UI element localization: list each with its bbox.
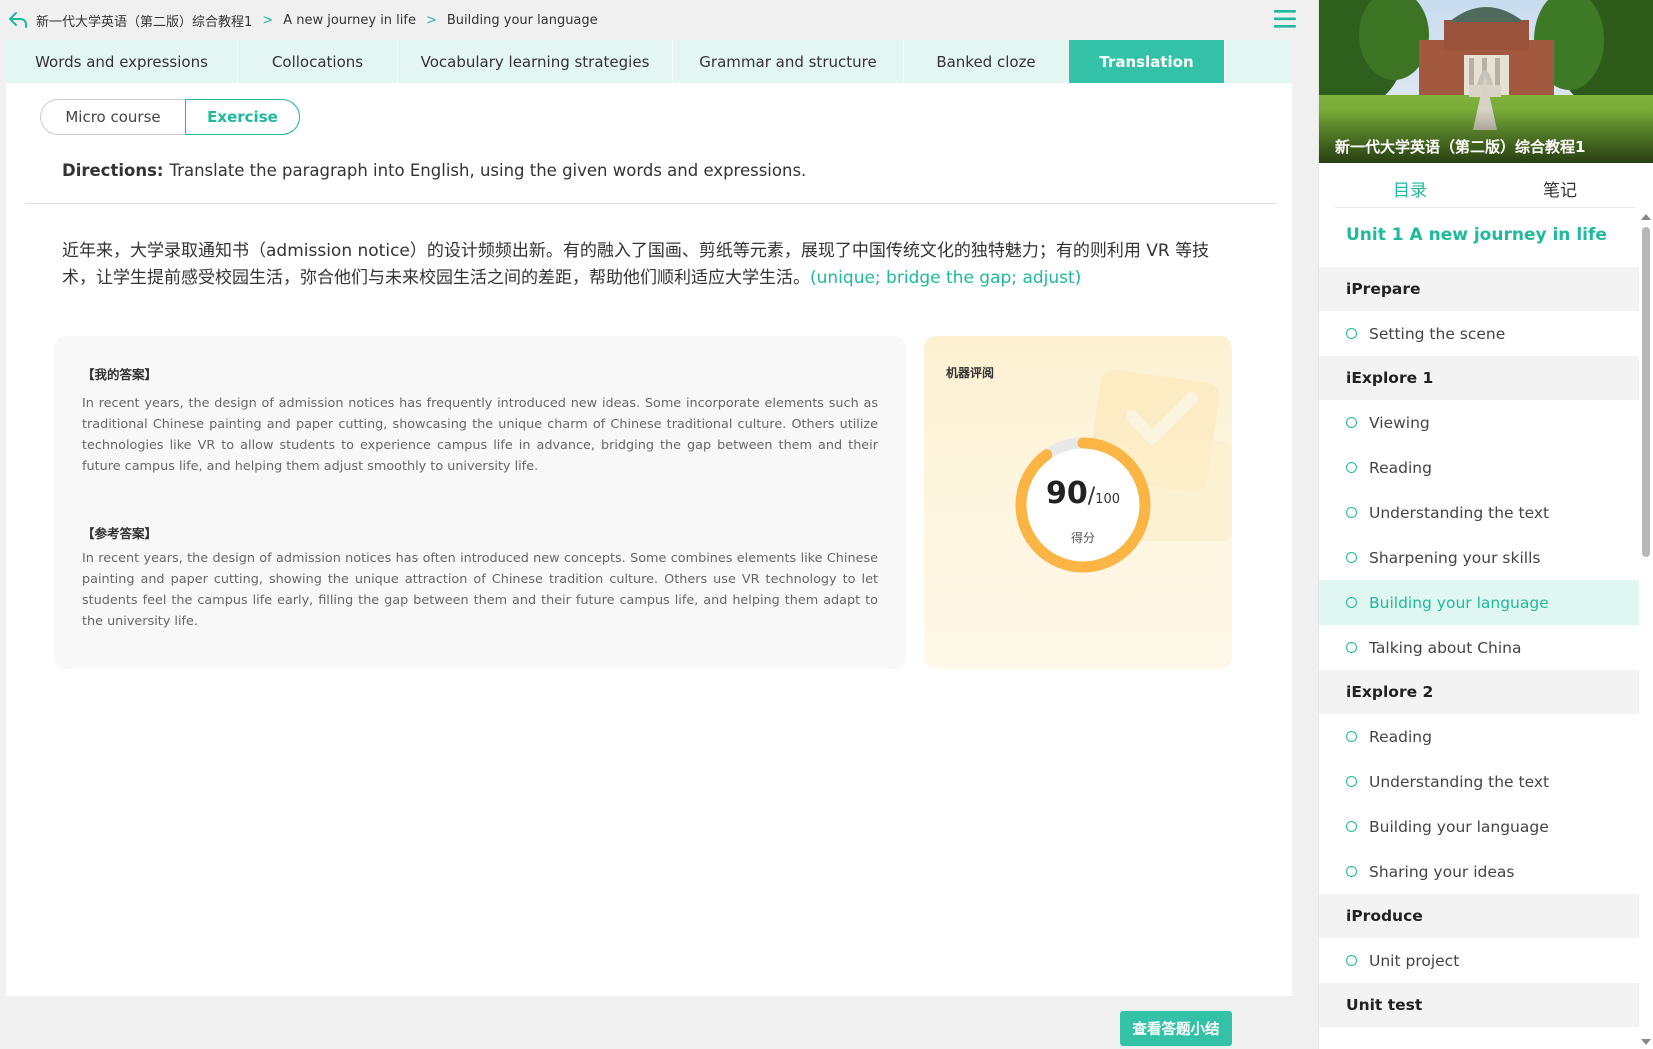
tab-vocabulary-learning-strategies[interactable]: Vocabulary learning strategies	[398, 40, 673, 83]
toc-item-label: Reading	[1369, 458, 1432, 477]
tab-collocations[interactable]: Collocations	[238, 40, 398, 83]
circle-bullet-icon	[1346, 417, 1357, 428]
circle-bullet-icon	[1346, 731, 1357, 742]
circle-bullet-icon	[1346, 552, 1357, 563]
score-label: 得分	[1070, 531, 1095, 545]
tab-words-and-expressions[interactable]: Words and expressions	[6, 40, 238, 83]
menu-button[interactable]	[1272, 6, 1298, 32]
answer-card: 【我的答案】 In recent years, the design of ad…	[54, 336, 906, 669]
sidebar: 新一代大学英语（第二版）综合教程1 目录 笔记 Unit 1 A new jou…	[1318, 0, 1653, 1049]
unit-title: Unit 1 A new journey in life	[1346, 225, 1607, 245]
circle-bullet-icon	[1346, 955, 1357, 966]
toc-item-label: Sharing your ideas	[1369, 862, 1515, 881]
scroll-down-icon[interactable]	[1641, 1039, 1651, 1045]
toc-item-label: Talking about China	[1369, 638, 1522, 657]
circle-bullet-icon	[1346, 597, 1357, 608]
book-cover-image: 新一代大学英语（第二版）综合教程1	[1319, 0, 1653, 163]
reference-answer-text: In recent years, the design of admission…	[82, 551, 878, 629]
cover-title: 新一代大学英语（第二版）综合教程1	[1335, 138, 1586, 156]
tab-translation[interactable]: Translation	[1069, 40, 1225, 83]
main-area: 新一代大学英语（第二版）综合教程1 > A new journey in lif…	[0, 0, 1318, 1049]
breadcrumb-unit[interactable]: A new journey in life	[283, 13, 416, 28]
score-title: 机器评阅	[946, 366, 995, 380]
toc-item-building-your-language[interactable]: Building your language	[1319, 804, 1639, 849]
mode-switch: Micro course Exercise	[40, 99, 300, 135]
toc-item-building-your-language[interactable]: Building your language	[1319, 580, 1639, 625]
toc-item-talking-about-china[interactable]: Talking about China	[1319, 625, 1639, 670]
scroll-up-icon[interactable]	[1641, 214, 1651, 220]
tab-contents[interactable]: 目录	[1335, 170, 1485, 207]
circle-bullet-icon	[1346, 507, 1357, 518]
back-button[interactable]	[0, 0, 36, 40]
sidebar-scrollbar[interactable]	[1639, 212, 1652, 1049]
exercise-button[interactable]: Exercise	[185, 99, 300, 135]
reference-answer-title: 【参考答案】	[82, 526, 158, 541]
toc-item-label: Setting the scene	[1369, 324, 1506, 343]
breadcrumb-book[interactable]: 新一代大学英语（第二版）综合教程1	[36, 11, 252, 30]
circle-bullet-icon	[1346, 462, 1357, 473]
breadcrumb-separator: >	[425, 12, 437, 28]
toc-section: Unit test	[1319, 983, 1639, 1027]
circle-bullet-icon	[1346, 866, 1357, 877]
toc-section: iPrepare	[1319, 267, 1639, 311]
toc-item-reading[interactable]: Reading	[1319, 445, 1639, 490]
tab-grammar-and-structure[interactable]: Grammar and structure	[673, 40, 904, 83]
circle-bullet-icon	[1346, 642, 1357, 653]
my-answer-text: In recent years, the design of admission…	[82, 396, 878, 474]
toc-item-sharpening-your-skills[interactable]: Sharpening your skills	[1319, 535, 1639, 580]
toc-item-understanding-the-text[interactable]: Understanding the text	[1319, 490, 1639, 535]
toc-item-label: Building your language	[1369, 593, 1549, 612]
breadcrumb-section: Building your language	[446, 12, 598, 28]
score-max: 100	[1095, 492, 1120, 507]
toc-section: iExplore 1	[1319, 356, 1639, 400]
directions-label: Directions:	[62, 161, 164, 180]
toc-item-label: Building your language	[1369, 817, 1549, 836]
toc-section: iProduce	[1319, 894, 1639, 938]
toc-item-viewing[interactable]: Viewing	[1319, 400, 1639, 445]
tab-notes[interactable]: 笔记	[1485, 170, 1635, 207]
sidebar-tabs: 目录 笔记	[1335, 170, 1635, 208]
score-number: 90/100	[1046, 476, 1120, 511]
directions-text: Translate the paragraph into English, us…	[169, 161, 807, 180]
translation-prompt: 近年来，大学录取通知书（admission notice）的设计频频出新。有的融…	[62, 238, 1242, 292]
footer-bar: 查看答题小结	[6, 996, 1292, 1049]
prompt-hint: (unique; bridge the gap; adjust)	[810, 268, 1082, 288]
view-summary-button[interactable]: 查看答题小结	[1120, 1011, 1232, 1046]
toc-item-label: Reading	[1369, 727, 1432, 746]
top-bar: 新一代大学英语（第二版）综合教程1 > A new journey in lif…	[0, 0, 1318, 40]
toc-item-sharing-your-ideas[interactable]: Sharing your ideas	[1319, 849, 1639, 894]
breadcrumb: 新一代大学英语（第二版）综合教程1 > A new journey in lif…	[36, 11, 598, 30]
circle-bullet-icon	[1346, 776, 1357, 787]
breadcrumb-separator: >	[262, 12, 274, 28]
section-tabs: Words and expressions Collocations Vocab…	[6, 40, 1292, 83]
micro-course-button[interactable]: Micro course	[40, 99, 185, 135]
toc-item-understanding-the-text[interactable]: Understanding the text	[1319, 759, 1639, 804]
toc-item-label: Unit project	[1369, 951, 1460, 970]
table-of-contents: iPrepare Setting the scene iExplore 1 Vi…	[1319, 267, 1639, 1027]
toc-item-label: Understanding the text	[1369, 772, 1550, 791]
exercise-content: Micro course Exercise Directions: Transla…	[6, 83, 1292, 996]
scroll-thumb[interactable]	[1642, 227, 1650, 557]
score-value: 90	[1046, 476, 1088, 511]
toc-item-setting-the-scene[interactable]: Setting the scene	[1319, 311, 1639, 356]
divider	[26, 203, 1276, 204]
toc-item-unit-project[interactable]: Unit project	[1319, 938, 1639, 983]
directions: Directions: Translate the paragraph into …	[62, 161, 806, 180]
tab-banked-cloze[interactable]: Banked cloze	[904, 40, 1069, 83]
toc-item-label: Viewing	[1369, 413, 1430, 432]
hamburger-menu-icon	[1274, 10, 1296, 28]
toc-section: iExplore 2	[1319, 670, 1639, 714]
circle-bullet-icon	[1346, 328, 1357, 339]
toc-item-reading[interactable]: Reading	[1319, 714, 1639, 759]
toc-item-label: Understanding the text	[1369, 503, 1550, 522]
my-answer-title: 【我的答案】	[82, 367, 158, 382]
score-card: 机器评阅 90/100 得分	[924, 336, 1232, 669]
toc-item-label: Sharpening your skills	[1369, 548, 1541, 567]
circle-bullet-icon	[1346, 821, 1357, 832]
back-arrow-icon	[9, 12, 27, 28]
